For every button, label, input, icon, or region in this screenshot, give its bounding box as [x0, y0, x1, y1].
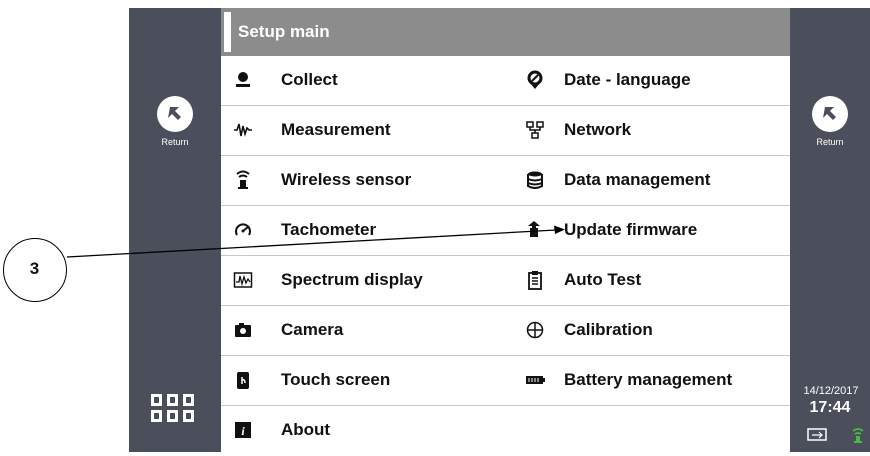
callout-marker: 3 [3, 238, 67, 302]
callout-number: 3 [29, 259, 40, 278]
callout-leader-line [66, 225, 565, 258]
